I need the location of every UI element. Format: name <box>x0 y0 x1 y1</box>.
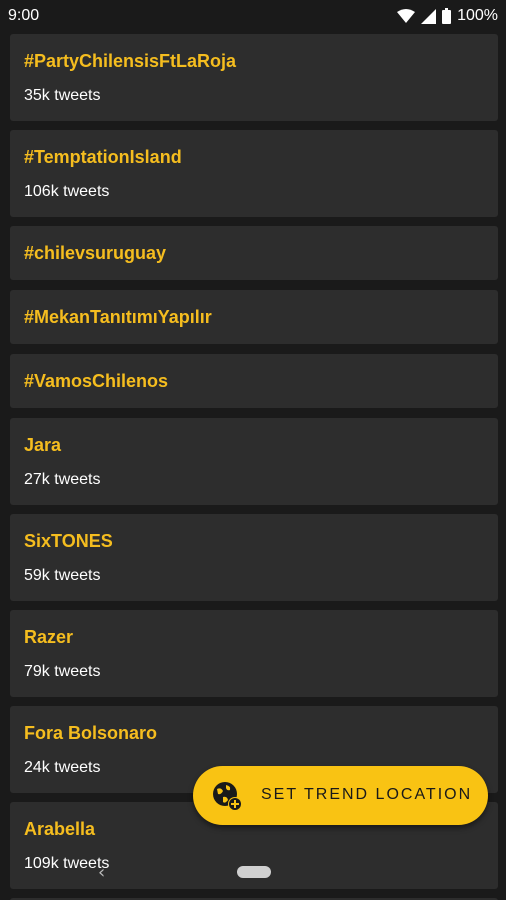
battery-percent: 100% <box>457 7 498 24</box>
trend-name: Fora Bolsonaro <box>24 723 158 743</box>
trend-name: #MekanTanıtımıYapılır <box>24 307 212 327</box>
trend-tweet-count: 106k tweets <box>24 183 110 200</box>
home-pill[interactable] <box>237 866 271 878</box>
trend-name: Arabella <box>24 819 96 839</box>
status-icons: 100% <box>397 7 498 25</box>
trend-tweet-count: 24k tweets <box>24 759 101 776</box>
trend-item[interactable]: Jara 27k tweets <box>10 418 498 505</box>
trend-item[interactable]: #MekanTanıtımıYapılır <box>10 290 498 344</box>
trend-tweet-count: 79k tweets <box>24 663 101 680</box>
battery-icon <box>442 8 452 24</box>
status-time: 9:00 <box>8 7 40 24</box>
trend-tweet-count: 109k tweets <box>24 855 110 872</box>
wifi-icon <box>397 8 416 24</box>
trend-name: Jara <box>24 435 62 455</box>
trend-item[interactable]: SixTONES 59k tweets <box>10 514 498 601</box>
fab-label: SET TREND LOCATION <box>261 786 473 803</box>
status-bar: 9:00 100% <box>0 0 506 32</box>
globe-add-icon <box>211 780 243 812</box>
trend-name: Razer <box>24 627 74 647</box>
trend-name: #chilevsuruguay <box>24 243 167 263</box>
screen: 9:00 100% #PartyChilensisFtLaRoja 35k tw… <box>0 0 506 900</box>
set-trend-location-button[interactable]: SET TREND LOCATION <box>193 766 488 825</box>
trend-item[interactable]: #PartyChilensisFtLaRoja 35k tweets <box>10 34 498 121</box>
trend-item[interactable]: #VamosChilenos <box>10 354 498 408</box>
trend-name: #VamosChilenos <box>24 371 169 391</box>
trend-name: #PartyChilensisFtLaRoja <box>24 51 237 71</box>
trend-tweet-count: 27k tweets <box>24 471 101 488</box>
trend-item[interactable]: #chilevsuruguay <box>10 226 498 280</box>
trend-tweet-count: 59k tweets <box>24 567 101 584</box>
signal-icon <box>421 8 437 24</box>
back-icon[interactable]: ‹ <box>98 862 105 883</box>
trend-name: #TemptationIsland <box>24 147 182 167</box>
trend-name: SixTONES <box>24 531 113 551</box>
trend-item[interactable]: #TemptationIsland 106k tweets <box>10 130 498 217</box>
trend-item[interactable]: Razer 79k tweets <box>10 610 498 697</box>
trend-tweet-count: 35k tweets <box>24 87 101 104</box>
